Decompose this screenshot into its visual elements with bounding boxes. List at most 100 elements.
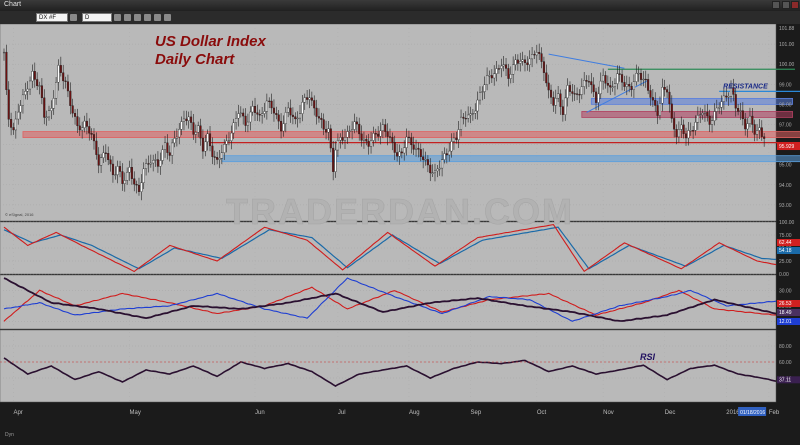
candle-body bbox=[237, 113, 240, 119]
candle-body bbox=[497, 68, 500, 70]
candle-body bbox=[566, 85, 569, 99]
candle-body bbox=[220, 152, 223, 159]
candle-body bbox=[545, 72, 548, 84]
candle-body bbox=[625, 84, 628, 87]
candle-body bbox=[668, 91, 671, 105]
chart-area[interactable]: 101.00100.0099.0098.0097.0096.0095.0094.… bbox=[0, 23, 800, 440]
candle-body bbox=[403, 147, 406, 154]
candle-body bbox=[317, 116, 320, 119]
candle-body bbox=[199, 125, 202, 139]
candle-body bbox=[95, 140, 98, 155]
price-top-value: 101.88 bbox=[779, 26, 795, 32]
candle-body bbox=[232, 122, 235, 134]
candle-body bbox=[559, 93, 562, 107]
candle-body bbox=[568, 85, 572, 92]
candle-body bbox=[460, 116, 463, 130]
candle-body bbox=[171, 142, 174, 156]
candle-body bbox=[47, 110, 51, 118]
minimize-button[interactable] bbox=[772, 1, 780, 9]
candle-body bbox=[486, 75, 489, 85]
candle-body bbox=[746, 123, 749, 130]
candle-body bbox=[114, 174, 117, 176]
candle-body bbox=[741, 110, 744, 120]
candle-body bbox=[635, 73, 638, 82]
candle-body bbox=[343, 137, 347, 141]
candle-body bbox=[550, 89, 553, 98]
candle-body bbox=[62, 72, 65, 82]
candle-body bbox=[182, 118, 186, 122]
candle-body bbox=[585, 80, 588, 82]
candle-body bbox=[17, 111, 20, 120]
candle-body bbox=[370, 140, 373, 147]
candle-body bbox=[294, 116, 297, 120]
candle-body bbox=[703, 112, 706, 114]
candle-body bbox=[351, 129, 354, 132]
candle-body bbox=[521, 59, 524, 62]
candle-body bbox=[630, 85, 633, 90]
x-axis-bg bbox=[0, 404, 800, 440]
maximize-button[interactable] bbox=[782, 1, 790, 9]
link-icon[interactable] bbox=[134, 14, 141, 21]
candle-body bbox=[43, 97, 46, 118]
cursor-icon[interactable] bbox=[144, 14, 151, 21]
candle-body bbox=[599, 80, 602, 95]
candle-body bbox=[632, 81, 635, 90]
candle-body bbox=[365, 138, 368, 142]
candle-body bbox=[206, 133, 209, 143]
candle-body bbox=[327, 128, 330, 133]
candle-body bbox=[339, 137, 342, 141]
candle-body bbox=[180, 121, 183, 130]
candle-body bbox=[261, 113, 264, 116]
x-tick-label: Apr bbox=[13, 410, 22, 416]
candle-body bbox=[26, 88, 29, 92]
candle-body bbox=[194, 132, 197, 135]
candle-body bbox=[52, 98, 55, 109]
price-y-tick: 95.00 bbox=[779, 163, 792, 169]
chart-svg[interactable]: 101.00100.0099.0098.0097.0096.0095.0094.… bbox=[0, 23, 800, 440]
candle-body bbox=[76, 116, 79, 127]
candle-body bbox=[377, 133, 380, 137]
zoom-icon[interactable] bbox=[164, 14, 171, 21]
price-y-tick: 93.00 bbox=[779, 203, 792, 209]
chart-type-icon[interactable] bbox=[124, 14, 131, 21]
dmi-value-label: 12.01 bbox=[779, 319, 792, 325]
candle-body bbox=[422, 156, 425, 160]
candle-body bbox=[675, 129, 678, 138]
symbol-dropdown-icon[interactable] bbox=[70, 14, 77, 21]
candle-body bbox=[14, 118, 17, 131]
candle-body bbox=[493, 73, 496, 79]
candle-body bbox=[571, 91, 574, 94]
chart-subtitle: Daily Chart bbox=[155, 51, 235, 68]
symbol-input[interactable]: DX #F bbox=[36, 13, 68, 22]
x-tick-label: Jul bbox=[338, 410, 346, 416]
candle-body bbox=[147, 163, 150, 165]
candle-body bbox=[748, 115, 751, 124]
candle-body bbox=[135, 184, 138, 186]
level-zone bbox=[221, 155, 800, 163]
candle-body bbox=[523, 59, 527, 64]
candle-body bbox=[242, 112, 245, 117]
candle-body bbox=[187, 116, 190, 121]
candle-body bbox=[590, 81, 593, 86]
candle-body bbox=[760, 127, 763, 137]
interval-input[interactable]: D bbox=[82, 13, 112, 22]
candle-body bbox=[538, 52, 541, 54]
candle-body bbox=[29, 80, 32, 90]
draw-icon[interactable] bbox=[154, 14, 161, 21]
candle-body bbox=[225, 140, 228, 145]
candle-body bbox=[287, 107, 290, 113]
candle-body bbox=[325, 129, 328, 133]
candle-body bbox=[658, 102, 661, 116]
candle-body bbox=[71, 105, 74, 114]
candle-body bbox=[38, 85, 41, 87]
candle-body bbox=[478, 92, 482, 101]
copyright-label: © eSignal, 2016 bbox=[5, 212, 34, 217]
candle-body bbox=[64, 80, 67, 82]
close-button[interactable] bbox=[791, 1, 799, 9]
interval-dropdown-icon[interactable] bbox=[114, 14, 121, 21]
candle-body bbox=[59, 65, 62, 73]
candle-body bbox=[55, 82, 58, 99]
candle-body bbox=[296, 117, 299, 120]
candle-body bbox=[405, 136, 408, 148]
candle-body bbox=[7, 89, 10, 120]
